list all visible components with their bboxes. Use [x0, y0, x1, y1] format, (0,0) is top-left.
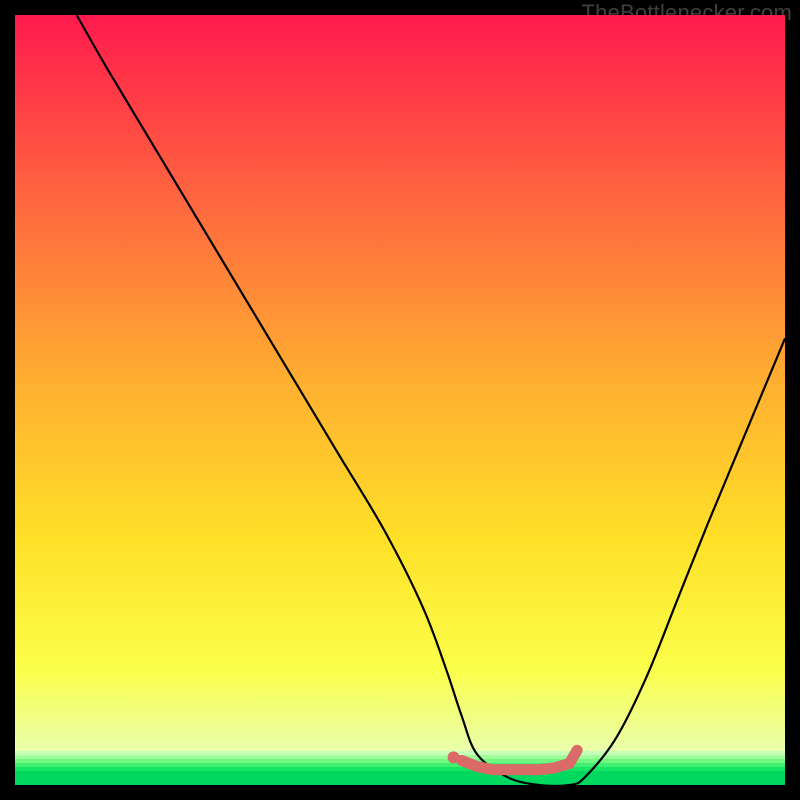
chart-frame: [15, 15, 785, 785]
green-band: [15, 771, 785, 785]
background-gradient: [15, 15, 785, 785]
